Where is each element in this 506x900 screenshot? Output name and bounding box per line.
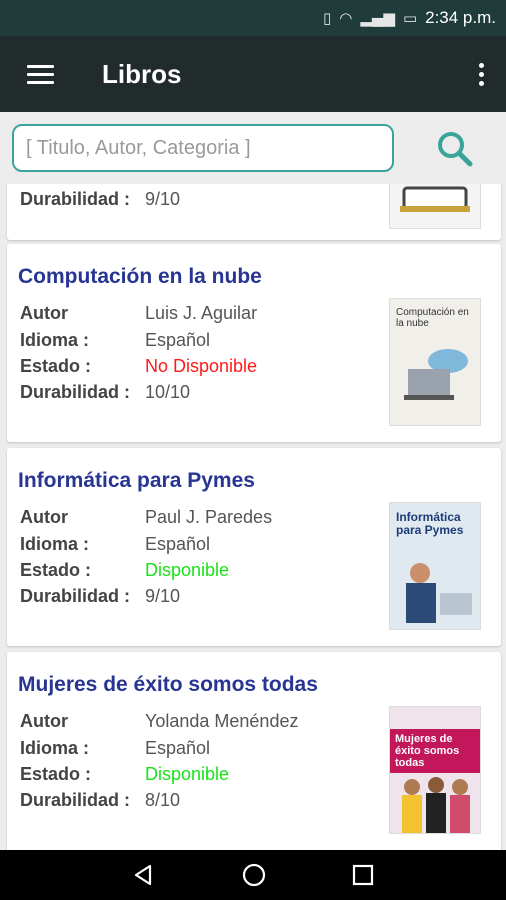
durability-value: 9/10 [145, 586, 181, 606]
language-row: Idioma : Español [20, 738, 210, 759]
cover-text: Mujeres de éxito somos todas [390, 729, 480, 773]
author-label: Autor [20, 507, 68, 527]
search-bar [0, 112, 506, 184]
durability-label: Durabilidad : [20, 586, 131, 606]
back-icon[interactable] [132, 863, 156, 887]
author-label: Autor [20, 711, 68, 731]
durability-row: Durabilidad : 8/10 [20, 790, 180, 811]
author-label: Autor [20, 303, 68, 323]
status-value: No Disponible [145, 356, 258, 376]
durability-value: 9/10 [145, 189, 181, 209]
durability-label: Durabilidad : [20, 382, 131, 402]
vibrate-icon: ▯ [322, 9, 332, 27]
book-card[interactable]: Durabilidad : 9/10 [7, 184, 501, 240]
cover-text: Informática para Pymes [396, 510, 464, 537]
durability-row: Durabilidad : 9/10 [20, 189, 180, 210]
recents-icon[interactable] [352, 864, 374, 886]
status-time: 2:34 p.m. [425, 8, 496, 27]
book-list: Durabilidad : 9/10 Computación en la nub… [0, 184, 506, 850]
status-value: Disponible [145, 764, 230, 784]
language-label: Idioma : [20, 534, 90, 554]
menu-icon[interactable] [0, 36, 80, 112]
status-value: Disponible [145, 560, 230, 580]
book-title: Computación en la nube [18, 265, 262, 288]
author-value: Yolanda Menéndez [145, 711, 299, 731]
language-value: Español [145, 330, 211, 350]
durability-label: Durabilidad : [20, 790, 131, 810]
durability-row: Durabilidad : 10/10 [20, 382, 190, 403]
status-label: Estado : [20, 764, 92, 784]
status-label: Estado : [20, 356, 92, 376]
app-bar: Libros [0, 36, 506, 112]
book-title: Informática para Pymes [18, 469, 255, 492]
book-cover: Informática para Pymes [389, 502, 481, 630]
language-label: Idioma : [20, 738, 90, 758]
language-row: Idioma : Español [20, 330, 210, 351]
author-value: Paul J. Paredes [145, 507, 273, 527]
book-title: Mujeres de éxito somos todas [18, 673, 318, 696]
search-input[interactable] [12, 124, 394, 172]
language-value: Español [145, 738, 211, 758]
durability-row: Durabilidad : 9/10 [20, 586, 180, 607]
home-icon[interactable] [241, 862, 267, 888]
book-card[interactable]: Mujeres de éxito somos todas Autor Yolan… [7, 652, 501, 850]
durability-value: 8/10 [145, 790, 181, 810]
wifi-icon: ◠ [339, 9, 353, 27]
book-cover [389, 184, 481, 229]
signal-icon: ▂▄▆ [360, 9, 395, 27]
status-row: Estado : Disponible [20, 560, 229, 581]
author-row: Autor Yolanda Menéndez [20, 711, 298, 732]
status-bar: ▯ ◠ ▂▄▆ ▭ 2:34 p.m. [0, 0, 506, 36]
book-card[interactable]: Informática para Pymes Autor Paul J. Par… [7, 448, 501, 646]
author-row: Autor Luis J. Aguilar [20, 303, 257, 324]
book-cover: Computación en la nube [389, 298, 481, 426]
book-card[interactable]: Computación en la nube Autor Luis J. Agu… [7, 244, 501, 442]
author-value: Luis J. Aguilar [145, 303, 258, 323]
language-row: Idioma : Español [20, 534, 210, 555]
durability-label: Durabilidad : [20, 189, 131, 209]
search-icon[interactable] [432, 126, 478, 172]
status-icons: ▯ ◠ ▂▄▆ ▭ [323, 9, 417, 27]
overflow-menu-icon[interactable] [456, 36, 506, 112]
battery-icon: ▭ [402, 9, 418, 27]
durability-value: 10/10 [145, 382, 191, 402]
status-row: Estado : No Disponible [20, 356, 257, 377]
cover-text: Computación en la nube [396, 307, 469, 329]
language-label: Idioma : [20, 330, 90, 350]
status-label: Estado : [20, 560, 92, 580]
author-row: Autor Paul J. Paredes [20, 507, 272, 528]
page-title: Libros [102, 58, 182, 89]
book-cover: Mujeres de éxito somos todas [389, 706, 481, 834]
system-nav-bar [0, 850, 506, 900]
status-row: Estado : Disponible [20, 764, 229, 785]
language-value: Español [145, 534, 211, 554]
